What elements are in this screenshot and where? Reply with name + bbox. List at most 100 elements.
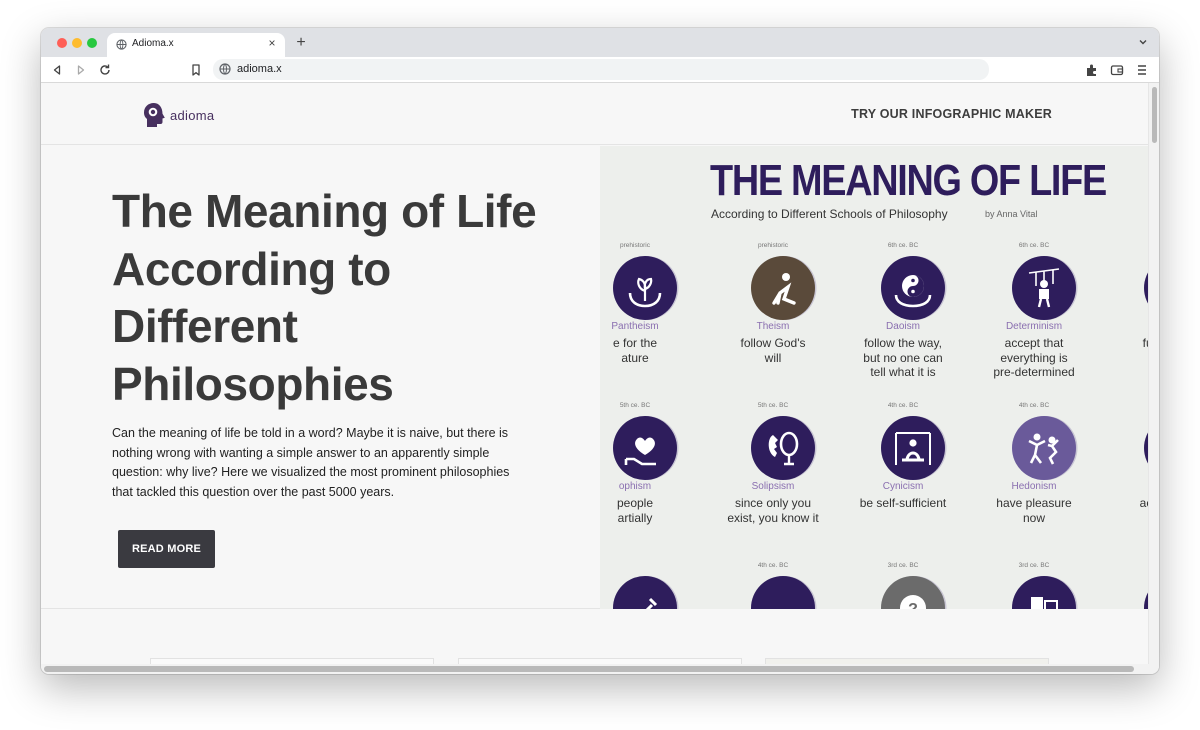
philosophy-era: 5th ce. BC [757,402,789,409]
philosophy-phrase: accept that everything is pre-determined [993,336,1075,379]
philosophy-item: 4th ce. BC [713,562,833,609]
philosophy-item: 4th ce. BC Cynicism be self-sufficient [843,402,963,542]
philosophy-era: 4th ce. BC [887,402,919,409]
hero-title: The Meaning of Life According to Differe… [112,185,537,410]
tab-title: Adioma.x [132,38,174,49]
heart-hand-icon [613,416,679,480]
philosophy-era: 5th c [1106,242,1148,249]
philosophy-item: prehistoric Theism follow God's will [713,242,833,382]
head-icon [144,103,165,127]
infographic-image[interactable]: THE MEANING OF LIFE According to Differe… [600,146,1148,609]
maximize-window-button[interactable] [87,38,97,48]
read-more-button[interactable]: READ MORE [118,530,215,568]
circle-icon [751,576,817,609]
infographic-title: THE MEANING OF LIFE [710,156,1107,205]
dancing-icon [1012,416,1078,480]
yin-yang-icon [881,256,947,320]
minimize-window-button[interactable] [72,38,82,48]
forward-icon[interactable] [73,62,89,78]
browser-tab[interactable]: Adioma.x × [107,33,285,57]
philosophy-name: Daoism [886,321,920,332]
infographic-byline: by Anna Vital [985,209,1038,219]
philosophy-phrase: follow God's will [740,336,806,365]
book-icon [1144,432,1148,464]
philosophy-name: Confuc [1106,321,1148,332]
infographic-subtitle: According to Different Schools of Philos… [711,207,948,221]
philosophy-name: Determinism [1005,321,1063,332]
philosophy-item: 3rd ce. BC [974,562,1094,609]
reload-icon[interactable] [97,62,113,78]
chevron-down-icon[interactable] [1137,36,1149,48]
site-header: adioma TRY OUR INFOGRAPHIC MAKER [41,83,1148,145]
horizontal-scrollbar[interactable] [41,664,1159,674]
philosophy-era: 3rd ce. BC [887,562,919,569]
philosophy-item: prehistoric Pantheism e for the ature [600,242,695,382]
philosophy-item: 6th ce. BC Determinism accept that everyth… [974,242,1094,382]
menu-icon[interactable] [1134,62,1150,78]
philosophy-phrase: follow the way, but no one can tell what… [863,336,943,379]
bookmark-icon[interactable] [188,62,204,78]
page-viewport: adioma TRY OUR INFOGRAPHIC MAKER The Mea… [41,83,1148,666]
extensions-icon[interactable] [1084,62,1100,78]
philosophy-phrase: acquire m know [1139,496,1148,510]
hands-plant-icon [613,256,679,320]
close-window-button[interactable] [57,38,67,48]
address-bar[interactable]: adioma.x [213,59,989,80]
philosophy-phrase: be self-sufficient [859,496,947,510]
wallet-icon[interactable] [1109,62,1125,78]
hero-description: Can the meaning of life be told in a wor… [112,426,510,499]
puppet-icon [1012,256,1078,320]
masks-icon [1012,576,1078,609]
philosophy-item: 5th ce. BC Solipsism since only you exist,… [713,402,833,542]
philosophy-item [600,562,695,609]
svg-text:?: ? [908,601,918,609]
mirror-icon [751,416,817,480]
new-tab-button[interactable]: + [293,33,309,53]
praying-figure-icon [751,256,817,320]
philosophy-item: 3rd ce. BC? [843,562,963,609]
philosophy-name: Plato [1106,481,1148,492]
question-icon: ? [881,576,947,609]
philosophy-era: 4th ce. BC [1018,402,1050,409]
philosophy-era: 6th ce. BC [887,242,919,249]
philosophy-name: Solipsism [751,481,795,492]
vertical-scrollbar[interactable] [1148,83,1159,666]
philosophy-item: 5th c Confuc fulfill you to ot [1106,242,1148,382]
philosophy-phrase: people artially [616,496,654,525]
philosophy-phrase: e for the ature [612,336,658,365]
gear-icon [1144,592,1148,609]
philosophy-name: Pantheism [611,321,659,332]
back-icon[interactable] [49,62,65,78]
philosophy-era: prehistoric [758,242,788,249]
philosophy-phrase: have pleasure now [996,496,1072,525]
tab-strip: Adioma.x × + [41,28,1159,57]
horizontal-scroll-thumb[interactable] [44,666,1134,672]
philosophy-phrase: fulfill you to ot [1142,336,1148,350]
tools-icon [613,576,679,609]
philosophy-name: ophism [618,481,652,492]
philosophy-phrase: since only you exist, you know it [727,496,819,525]
globe-icon [116,39,127,50]
philosophy-name: Hedonism [1011,481,1057,492]
philosophy-era: 4th ce. BC [757,562,789,569]
philosophy-era: 3rd ce. BC [1018,562,1050,569]
philosophy-era: prehistoric [620,242,650,249]
philosophy-era: 6th ce. BC [1018,242,1050,249]
philosophy-item: 3rd c [1106,562,1148,609]
logo-text: adioma [170,108,215,123]
philosophy-era: 5th ce. BC [619,402,651,409]
philosophy-item: 6th ce. BC Daoism follow the way, but no o… [843,242,963,382]
hero-section: The Meaning of Life According to Differe… [41,146,1148,609]
philosophy-era: 3rd c [1106,562,1148,569]
browser-toolbar: adioma.x [41,57,1159,83]
philosophy-item: 4th ce. BC Hedonism have pleasure now [974,402,1094,542]
philosophy-item: 5th ce. BC ophism people artially [600,402,695,542]
vertical-scroll-thumb[interactable] [1152,87,1157,143]
philosophy-era: 4th c [1106,402,1148,409]
infographic-maker-link[interactable]: TRY OUR INFOGRAPHIC MAKER [851,107,1052,121]
browser-window: Adioma.x × + adioma.x adioma TRY OUR INF… [41,28,1159,674]
globe-icon [219,63,231,75]
meditating-icon [881,416,947,480]
philosophy-name: Cynicism [882,481,924,492]
tab-close-icon[interactable]: × [265,36,279,50]
